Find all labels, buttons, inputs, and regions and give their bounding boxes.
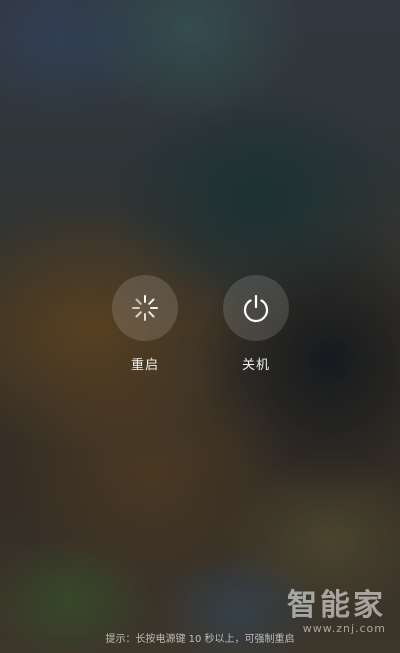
power-off-label: 关机 <box>241 358 270 373</box>
reboot-label: 重启 <box>130 358 159 373</box>
power-menu-screen: 重启 关机 智能家 www.znj.com 提示：长按电源键 10 秒以上，可强… <box>0 0 400 653</box>
reboot-option[interactable]: 重启 <box>110 275 180 373</box>
reboot-button[interactable] <box>112 275 178 341</box>
watermark-title: 智能家 <box>287 588 386 623</box>
power-off-button[interactable] <box>223 275 289 341</box>
force-restart-hint: 提示：长按电源键 10 秒以上，可强制重启 <box>105 634 295 645</box>
loading-spinner-icon <box>132 295 158 321</box>
blur-overlay <box>0 0 400 653</box>
power-icon <box>243 294 269 323</box>
power-off-option[interactable]: 关机 <box>221 275 291 373</box>
